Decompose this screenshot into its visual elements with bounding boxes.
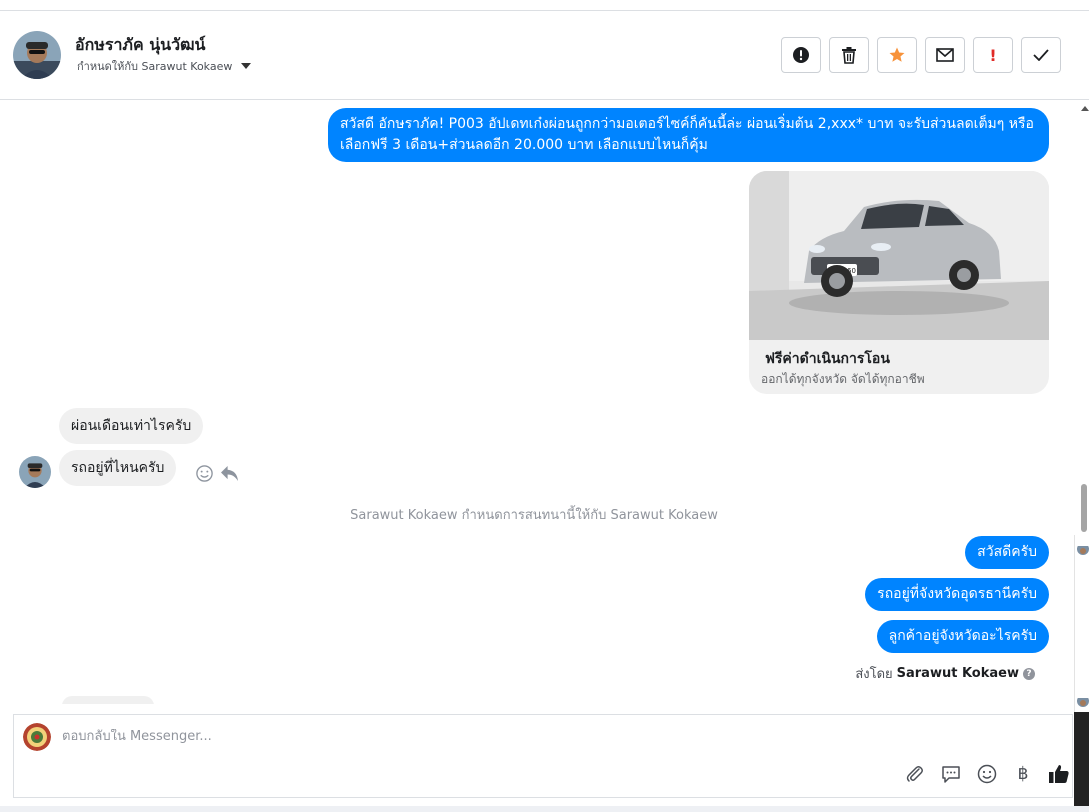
- composer-tools: ฿: [904, 763, 1070, 785]
- reply-icon[interactable]: [220, 465, 239, 482]
- incoming-message: รถอยู่ที่ไหนครับ: [59, 450, 177, 486]
- conversation-header: อักษราภัค นุ่นวัฒน์ กำหนดให้กับ Sarawut …: [0, 11, 1089, 100]
- partial-message: [62, 696, 154, 704]
- assign-dropdown[interactable]: กำหนดให้กับ Sarawut Kokaew: [77, 57, 252, 75]
- side-avatar[interactable]: [1077, 695, 1089, 707]
- spam-button[interactable]: [781, 37, 821, 73]
- sent-by-prefix: ส่งโดย: [855, 667, 893, 682]
- card-subtitle: ออกได้ทุกจังหวัด จัดได้ทุกอาชีพ: [761, 372, 925, 386]
- promo-card[interactable]: ทิ-4760 ฟรีค่าดำเนินการโอน ออกได้ทุกจังห…: [749, 171, 1049, 394]
- like-button[interactable]: [1048, 763, 1070, 785]
- envelope-icon: [936, 48, 954, 62]
- baht-icon: ฿: [1017, 764, 1029, 784]
- star-icon: [889, 47, 905, 62]
- paperclip-icon: [906, 766, 923, 782]
- outgoing-message: สวัสดี อักษราภัค! P003 อัปเดทเก๋งผ่อนถูก…: [328, 108, 1049, 162]
- trash-icon: [842, 47, 856, 64]
- check-icon: [1033, 49, 1049, 61]
- reply-input[interactable]: [62, 729, 962, 744]
- side-avatar[interactable]: [1077, 543, 1089, 555]
- mark-unread-button[interactable]: [925, 37, 965, 73]
- reply-composer: ฿: [13, 714, 1073, 798]
- sent-by-name: Sarawut Kokaew: [896, 666, 1019, 681]
- follow-up-button[interactable]: !: [973, 37, 1013, 73]
- outgoing-message: ลูกค้าอยู่จังหวัดอะไรครับ: [876, 620, 1049, 653]
- card-title: ฟรีค่าดำเนินการโอน: [765, 351, 890, 367]
- side-panel-dark: [1074, 712, 1089, 812]
- chat-bubble-icon: [942, 766, 960, 783]
- payment-button[interactable]: ฿: [1012, 763, 1034, 785]
- react-emoji-icon[interactable]: [195, 464, 214, 483]
- saved-replies-button[interactable]: [940, 763, 962, 785]
- scroll-thumb[interactable]: [1081, 484, 1087, 532]
- follow-up-icon: !: [989, 45, 997, 65]
- thumbs-up-icon: [1049, 765, 1069, 783]
- emoji-button[interactable]: [976, 763, 998, 785]
- caret-down-icon: [241, 63, 252, 69]
- exclamation-circle-icon: [793, 47, 809, 63]
- smiley-icon: [977, 764, 997, 784]
- delete-button[interactable]: [829, 37, 869, 73]
- outgoing-message: สวัสดีครับ: [965, 536, 1049, 569]
- message-tools: [195, 464, 239, 483]
- star-button[interactable]: [877, 37, 917, 73]
- bottom-bar: [0, 806, 1089, 812]
- outgoing-message: รถอยู่ที่จังหวัดอุดรธานีครับ: [865, 578, 1049, 611]
- contact-name: อักษราภัค นุ่นวัฒน์: [75, 35, 206, 54]
- contact-avatar-small[interactable]: [19, 456, 51, 488]
- page-avatar: [23, 723, 51, 751]
- car-image: ทิ-4760: [749, 171, 1049, 340]
- mark-done-button[interactable]: [1021, 37, 1061, 73]
- help-icon[interactable]: ?: [1023, 667, 1035, 680]
- system-note: Sarawut Kokaew กำหนดการสนทนานี้ให้กับ Sa…: [350, 508, 718, 523]
- sent-by: ส่งโดย Sarawut Kokaew ?: [855, 663, 1035, 684]
- incoming-message: ผ่อนเดือนเท่าไรครับ: [59, 408, 204, 444]
- header-actions: !: [781, 37, 1061, 73]
- attach-button[interactable]: [904, 763, 926, 785]
- scroll-up-icon[interactable]: [1081, 106, 1089, 111]
- assign-label: กำหนดให้กับ Sarawut Kokaew: [77, 60, 233, 73]
- contact-avatar[interactable]: [13, 31, 61, 79]
- message-thread[interactable]: สวัสดี อักษราภัค! P003 อัปเดทเก๋งผ่อนถูก…: [0, 100, 1075, 704]
